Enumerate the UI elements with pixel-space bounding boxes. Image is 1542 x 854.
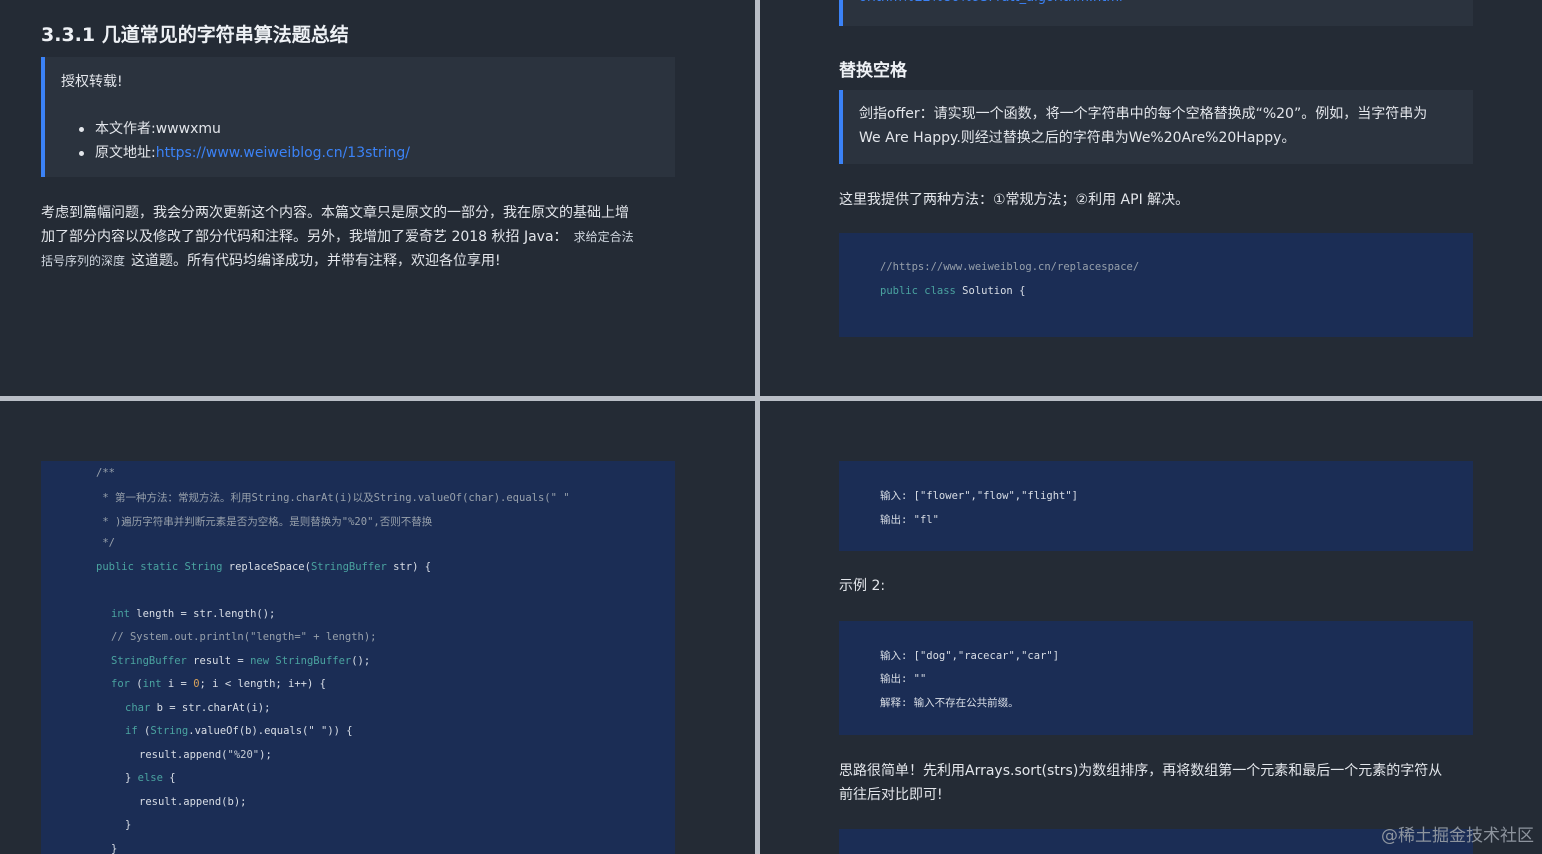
reference-quote: orithm%E2%80%93Pratt_algorithm.html <box>839 0 1473 26</box>
source-item: 原文地址:https://www.weiweiblog.cn/13string/ <box>75 141 665 165</box>
license-quote: 授权转载! 本文作者:wwwxmu 原文地址:https://www.weiwe… <box>41 57 675 177</box>
code-text: str) { <box>386 561 432 573</box>
code-line: StringBuffer result = new StringBuffer()… <box>111 655 370 667</box>
code-line: } <box>125 819 132 831</box>
vertical-divider <box>755 0 760 854</box>
approach-line-2: 前往后对比即可! <box>839 787 943 803</box>
code-text: ); <box>259 749 272 761</box>
code-line: if (String.valueOf(b).equals(" ")) { <box>125 725 353 737</box>
source-link[interactable]: https://www.weiweiblog.cn/13string/ <box>156 145 410 161</box>
reference-link[interactable]: orithm%E2%80%93Pratt_algorithm.html <box>859 0 1123 10</box>
code-keyword: new <box>250 655 270 667</box>
problem-text: 剑指offer：请实现一个函数，将一个字符串中的每个空格替换成“%20”。例如，… <box>859 102 1469 150</box>
example-output: 输出: "" <box>880 673 927 685</box>
example-input: 输入: ["flower","flow","flight"] <box>880 490 1079 502</box>
example-explanation: 解释: 输入不存在公共前缀。 <box>880 697 1019 709</box>
code-type: int <box>111 608 130 620</box>
intro-line-3: 这道题。所有代码均编译成功，并带有注释，欢迎各位享用! <box>131 253 501 269</box>
panel-top-left: 3.3.1 几道常见的字符串算法题总结 授权转载! 本文作者:wwwxmu 原文… <box>0 0 755 396</box>
panel-bottom-right: 输入: ["flower","flow","flight"] 输出: "fl" … <box>760 401 1542 854</box>
code-class-name: Solution { <box>955 285 1026 297</box>
code-text: ; i < length; i++) { <box>199 678 326 690</box>
inline-code-1: 求给定合法 <box>573 230 634 244</box>
code-keyword: else <box>137 772 163 784</box>
quote-title: 授权转载! <box>61 74 123 90</box>
author-list: 本文作者:wwwxmu 原文地址:https://www.weiweiblog.… <box>75 117 665 165</box>
author-value: wwwxmu <box>155 121 221 137</box>
code-keyword: if <box>125 725 138 737</box>
intro-line-1: 考虑到篇幅问题，我会分两次更新这个内容。本篇文章只是原文的一部分，我在原文的基础… <box>41 205 629 221</box>
code-line: int length = str.length(); <box>111 608 275 620</box>
code-comment: //https://www.weiweiblog.cn/replacespace… <box>880 261 1140 273</box>
code-comment: * 第一种方法：常规方法。利用String.charAt(i)以及String.… <box>96 492 570 504</box>
code-line: public class Solution { <box>880 285 1025 297</box>
source-label: 原文地址: <box>95 145 156 161</box>
code-text: { <box>162 772 176 784</box>
code-text: b = str.charAt(i); <box>150 702 271 714</box>
code-text: (); <box>351 655 371 667</box>
code-line: result.append("%20"); <box>139 749 272 761</box>
panel-bottom-left: /** * 第一种方法：常规方法。利用String.charAt(i)以及Str… <box>0 401 755 854</box>
code-text: } <box>125 772 138 784</box>
code-comment: */ <box>96 537 115 549</box>
section-heading: 3.3.1 几道常见的字符串算法题总结 <box>41 24 349 46</box>
example-2-label: 示例 2: <box>839 578 886 594</box>
author-label: 本文作者: <box>95 121 156 137</box>
problem-quote: 剑指offer：请实现一个函数，将一个字符串中的每个空格替换成“%20”。例如，… <box>839 90 1473 164</box>
methods-paragraph: 这里我提供了两种方法：①常规方法；②利用 API 解决。 <box>839 192 1190 208</box>
code-keyword: for <box>111 678 130 690</box>
code-line: for (int i = 0; i < length; i++) { <box>111 678 326 690</box>
code-text: result = <box>186 655 251 667</box>
problem-line-2: We Are Happy.则经过替换之后的字符串为We%20Are%20Happ… <box>859 130 1296 146</box>
code-text: ( <box>129 678 143 690</box>
code-signature: public static String replaceSpace(String… <box>96 561 431 573</box>
horizontal-divider <box>0 396 1542 401</box>
watermark: @稀土掘金技术社区 <box>1381 826 1534 846</box>
code-line: char b = str.charAt(i); <box>125 702 270 714</box>
code-text: result.append( <box>139 749 228 761</box>
example-1-code: 输入: ["flower","flow","flight"] 输出: "fl" <box>839 461 1473 551</box>
code-line: result.append(b); <box>139 796 247 808</box>
code-text: length = str.length(); <box>129 608 276 620</box>
intro-paragraph: 考虑到篇幅问题，我会分两次更新这个内容。本篇文章只是原文的一部分，我在原文的基础… <box>41 201 701 273</box>
code-type: StringBuffer <box>310 561 387 573</box>
code-type: StringBuffer <box>269 655 352 667</box>
code-type: int <box>142 678 162 690</box>
code-string: "%20" <box>227 749 260 761</box>
approach-line-1: 思路很简单！先利用Arrays.sort(strs)为数组排序，再将数组第一个元… <box>839 763 1443 779</box>
code-keyword: public class <box>880 285 956 297</box>
code-type: StringBuffer <box>111 655 187 667</box>
approach-paragraph: 思路很简单！先利用Arrays.sort(strs)为数组排序，再将数组第一个元… <box>839 759 1519 807</box>
example-2-code: 输入: ["dog","racecar","car"] 输出: "" 解释: 输… <box>839 621 1473 735</box>
next-code-block <box>839 829 1473 854</box>
code-line: } <box>111 843 118 854</box>
code-block: /** * 第一种方法：常规方法。利用String.charAt(i)以及Str… <box>41 461 675 854</box>
inline-code-2: 括号序列的深度 <box>41 254 126 268</box>
code-comment: // System.out.println("length=" + length… <box>111 631 377 643</box>
code-text: .valueOf(b).equals(" ")) { <box>188 725 353 737</box>
intro-line-2: 加了部分内容以及修改了部分代码和注释。另外，我增加了爱奇艺 2018 秋招 Ja… <box>41 229 568 245</box>
code-type: char <box>125 702 151 714</box>
code-comment: * )遍历字符串并判断元素是否为空格。是则替换为"%20",否则不替换 <box>96 516 433 528</box>
code-text: i = <box>161 678 194 690</box>
code-text: replaceSpace( <box>222 561 311 573</box>
example-output: 输出: "fl" <box>880 514 939 526</box>
code-type: String <box>150 725 189 737</box>
code-text: ( <box>137 725 151 737</box>
code-comment: /** <box>96 467 115 479</box>
code-line: } else { <box>125 772 176 784</box>
code-keyword: public static <box>96 561 179 573</box>
problem-line-1: 剑指offer：请实现一个函数，将一个字符串中的每个空格替换成“%20”。例如，… <box>859 106 1428 122</box>
subsection-heading: 替换空格 <box>839 61 907 81</box>
example-input: 输入: ["dog","racecar","car"] <box>880 650 1060 662</box>
code-block: //https://www.weiweiblog.cn/replacespace… <box>839 233 1473 337</box>
author-item: 本文作者:wwwxmu <box>75 117 665 141</box>
code-type: String <box>178 561 223 573</box>
panel-top-right: orithm%E2%80%93Pratt_algorithm.html 替换空格… <box>760 0 1542 396</box>
